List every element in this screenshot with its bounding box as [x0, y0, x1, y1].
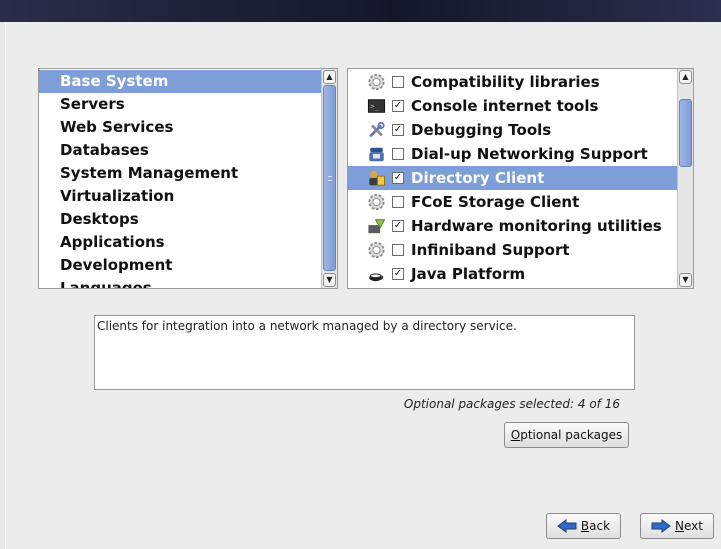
scrollbar-thumb[interactable]	[323, 85, 336, 271]
package-label: Java Platform	[411, 265, 526, 283]
svg-text:>_: >_	[370, 102, 379, 111]
package-row[interactable]: ✓ Debugging Tools	[348, 118, 677, 142]
group-item-base-system[interactable]: Base System	[39, 70, 321, 93]
package-label: Compatibility libraries	[411, 73, 600, 91]
group-item-languages[interactable]: Languages	[39, 277, 321, 288]
package-row-selected[interactable]: ✓ Directory Client	[348, 166, 677, 190]
package-row[interactable]: FCoE Storage Client	[348, 190, 677, 214]
package-row[interactable]: Compatibility libraries	[348, 70, 677, 94]
group-item-development[interactable]: Development	[39, 254, 321, 277]
back-label: Back	[580, 519, 611, 533]
package-list-scrollbar[interactable]: ▲ ▼	[677, 69, 693, 288]
scrollbar-thumb[interactable]	[679, 99, 692, 167]
gear-icon	[368, 241, 385, 259]
optional-packages-button[interactable]: Optional packages	[504, 422, 629, 448]
package-checkbox[interactable]: ✓	[392, 172, 404, 184]
package-description: Clients for integration into a network m…	[94, 315, 635, 390]
package-row[interactable]: ✓ Hardware monitoring utilities	[348, 214, 677, 238]
package-label: Dial-up Networking Support	[411, 145, 648, 163]
next-button[interactable]: Next	[640, 513, 714, 539]
package-checkbox[interactable]: ✓	[392, 268, 404, 280]
package-row[interactable]: ✓ Java Platform	[348, 262, 677, 286]
group-item-databases[interactable]: Databases	[39, 139, 321, 162]
optional-packages-count: Optional packages selected: 4 of 16	[403, 397, 620, 411]
package-row[interactable]: Infiniband Support	[348, 238, 677, 262]
package-row[interactable]: >_ ✓ Console internet tools	[348, 94, 677, 118]
group-item-servers[interactable]: Servers	[39, 93, 321, 116]
package-checkbox[interactable]	[392, 244, 404, 256]
next-label: Next	[675, 519, 703, 533]
group-item-applications[interactable]: Applications	[39, 231, 321, 254]
hardware-monitor-icon	[368, 219, 386, 234]
package-label: Infiniband Support	[411, 241, 570, 259]
optional-packages-label: Optional packages	[510, 428, 623, 442]
scroll-up-arrow-icon[interactable]: ▲	[679, 70, 692, 84]
scroll-down-arrow-icon[interactable]: ▼	[679, 273, 692, 287]
back-button[interactable]: Back	[546, 513, 621, 539]
arrow-left-icon	[557, 519, 577, 533]
package-checkbox[interactable]	[392, 148, 404, 160]
group-item-desktops[interactable]: Desktops	[39, 208, 321, 231]
package-checkbox[interactable]	[392, 76, 404, 88]
package-checkbox[interactable]: ✓	[392, 124, 404, 136]
group-item-virtualization[interactable]: Virtualization	[39, 185, 321, 208]
package-group-list[interactable]: Base System Servers Web Services Databas…	[38, 68, 338, 289]
package-checkbox[interactable]: ✓	[392, 220, 404, 232]
users-directory-icon	[369, 170, 386, 186]
package-label: Debugging Tools	[411, 121, 552, 139]
scroll-down-arrow-icon[interactable]: ▼	[323, 273, 336, 287]
optional-package-list[interactable]: Compatibility libraries >_ ✓ Console int…	[347, 68, 694, 289]
group-list-scrollbar[interactable]: ▲ ▼	[321, 69, 337, 288]
package-row[interactable]: Dial-up Networking Support	[348, 142, 677, 166]
package-checkbox[interactable]	[392, 196, 404, 208]
installer-banner	[0, 0, 721, 22]
scroll-up-arrow-icon[interactable]: ▲	[323, 70, 336, 84]
gear-icon	[368, 73, 385, 91]
tools-icon	[369, 121, 385, 138]
terminal-icon: >_	[367, 99, 386, 113]
package-label: Hardware monitoring utilities	[411, 217, 662, 235]
arrow-right-icon	[651, 519, 671, 533]
gear-icon	[368, 193, 385, 211]
group-item-web-services[interactable]: Web Services	[39, 116, 321, 139]
package-checkbox[interactable]: ✓	[392, 100, 404, 112]
package-label: FCoE Storage Client	[411, 193, 580, 211]
group-item-system-management[interactable]: System Management	[39, 162, 321, 185]
coffee-cup-icon	[369, 273, 384, 282]
package-label: Console internet tools	[411, 97, 599, 115]
telephone-icon	[369, 147, 384, 162]
package-label: Directory Client	[411, 169, 545, 187]
